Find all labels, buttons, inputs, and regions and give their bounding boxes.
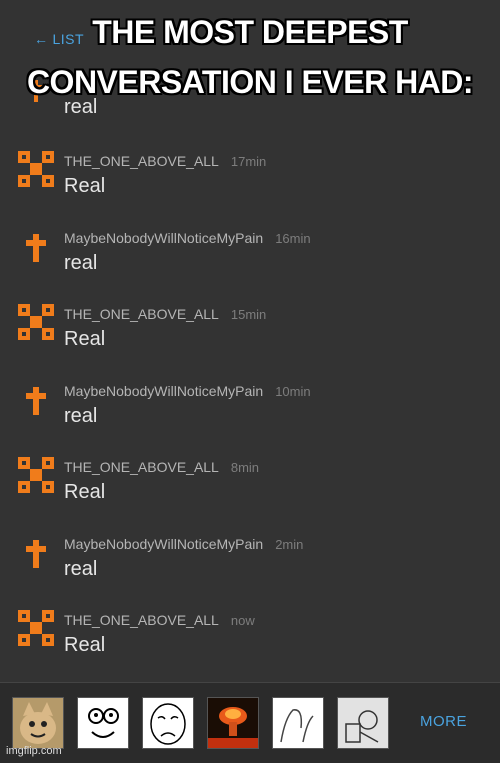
explosion-icon	[208, 698, 258, 748]
author-name: MaybeNobodyWillNoticeMyPain	[64, 229, 264, 246]
sketch-icon	[273, 698, 323, 748]
author-name: THE_ONE_ABOVE_ALL	[64, 153, 219, 169]
author-name: THE_ONE_ABOVE_ALL	[64, 306, 219, 322]
explosion-thumbnail[interactable]	[207, 697, 259, 749]
message-text: real	[64, 557, 98, 580]
sad-face-thumbnail[interactable]	[142, 697, 194, 749]
message-time: 16min	[275, 230, 311, 246]
orange-block-logo-icon	[18, 304, 54, 340]
rage-face-thumbnail[interactable]	[77, 697, 129, 749]
message-time: 15min	[230, 307, 267, 322]
rage-face-icon	[78, 698, 128, 748]
message-author[interactable]: MaybeNobodyWillNoticeMyPain 16min	[64, 230, 311, 246]
meme-caption-line-2: CONVERSATION I EVER HAD:	[26, 64, 474, 100]
author-name: THE_ONE_ABOVE_ALL	[64, 612, 219, 628]
message-author[interactable]: THE_ONE_ABOVE_ALL 15min	[64, 306, 266, 322]
author-name: MaybeNobodyWillNoticeMyPain	[64, 535, 264, 552]
message-time: 2min	[275, 536, 304, 552]
message-row[interactable]: THE_ONE_ABOVE_ALL 15min Real	[0, 294, 500, 370]
message-time: 17min	[230, 154, 267, 169]
orange-cross-icon	[26, 386, 46, 415]
orange-block-logo-icon	[18, 610, 54, 646]
message-row[interactable]: MaybeNobodyWillNoticeMyPain 2min real	[0, 524, 500, 600]
meme-caption-line-1: THE MOST DEEPEST	[92, 14, 408, 50]
cat-thumbnail[interactable]	[12, 697, 64, 749]
message-row[interactable]: THE_ONE_ABOVE_ALL now Real	[0, 600, 500, 676]
sad-face-icon	[143, 698, 193, 748]
orange-cross-icon	[26, 233, 46, 262]
cat-face-icon	[13, 698, 63, 748]
message-row[interactable]: THE_ONE_ABOVE_ALL 17min Real	[0, 141, 500, 217]
author-name: MaybeNobodyWillNoticeMyPain	[64, 382, 264, 399]
orange-block-logo-icon	[18, 457, 54, 493]
sketch-thumbnail[interactable]	[272, 697, 324, 749]
message-time: 10min	[275, 383, 311, 399]
more-button[interactable]: MORE	[420, 713, 467, 730]
message-time: now	[230, 613, 255, 628]
watermark: imgflip.com	[6, 745, 62, 757]
message-time: 8min	[230, 460, 260, 475]
crying-thumbnail[interactable]	[337, 697, 389, 749]
message-text: Real	[64, 175, 106, 197]
message-author[interactable]: MaybeNobodyWillNoticeMyPain 10min	[64, 383, 311, 399]
message-author[interactable]: THE_ONE_ABOVE_ALL 8min	[64, 459, 259, 475]
orange-block-logo-icon	[18, 151, 54, 187]
message-text: Real	[64, 481, 106, 503]
message-author[interactable]: THE_ONE_ABOVE_ALL now	[64, 612, 255, 628]
message-row[interactable]: MaybeNobodyWillNoticeMyPain 10min real	[0, 371, 500, 447]
emoji-picker-bar: MORE	[0, 682, 500, 763]
message-text: Real	[64, 634, 106, 656]
message-text: real	[64, 251, 98, 274]
message-row[interactable]: THE_ONE_ABOVE_ALL 8min Real	[0, 447, 500, 523]
app-frame: ← LIST real THE_ONE_ABOVE_ALL 17min Real May…	[0, 0, 500, 763]
orange-cross-icon	[26, 539, 46, 568]
message-text: Real	[64, 328, 106, 350]
message-row[interactable]: MaybeNobodyWillNoticeMyPain 16min real	[0, 218, 500, 294]
message-author[interactable]: MaybeNobodyWillNoticeMyPain 2min	[64, 536, 303, 552]
author-name: THE_ONE_ABOVE_ALL	[64, 459, 219, 475]
message-text: real	[64, 404, 98, 427]
crying-icon	[338, 698, 388, 748]
message-author[interactable]: THE_ONE_ABOVE_ALL 17min	[64, 153, 266, 169]
